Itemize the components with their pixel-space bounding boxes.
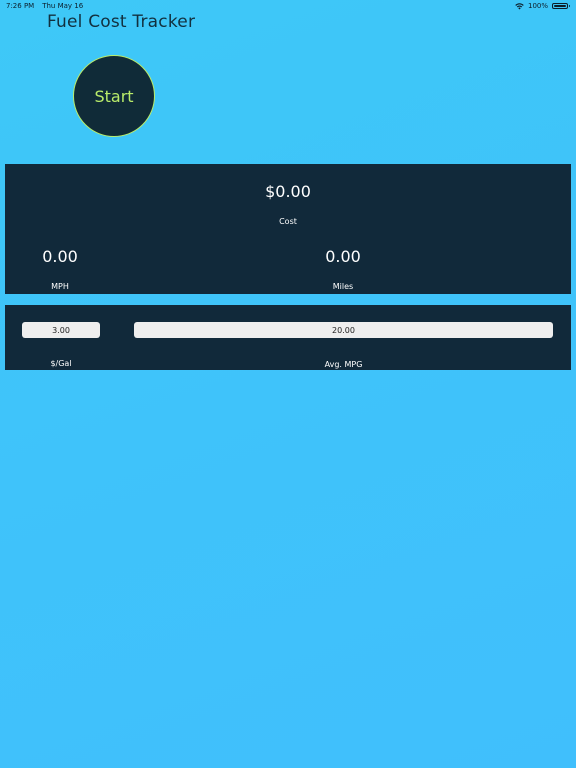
miles-value: 0.00 xyxy=(325,247,361,266)
mph-label: MPH xyxy=(51,282,69,291)
battery-percent: 100% xyxy=(527,2,548,10)
cost-value: $0.00 xyxy=(265,182,311,201)
avg-mpg-input[interactable] xyxy=(134,322,553,338)
wifi-icon xyxy=(515,2,524,9)
battery-icon xyxy=(552,3,570,9)
app-title: Fuel Cost Tracker xyxy=(47,12,196,32)
price-per-gallon-label: $/Gal xyxy=(50,359,72,368)
mph-value: 0.00 xyxy=(42,247,78,266)
status-date: Thu May 16 xyxy=(42,2,84,10)
avg-mpg-label: Avg. MPG xyxy=(324,360,363,369)
status-time: 7:26 PM xyxy=(6,2,35,10)
miles-label: Miles xyxy=(332,282,354,291)
settings-panel: $/Gal Avg. MPG xyxy=(5,305,571,370)
battery-fill xyxy=(554,5,566,7)
stats-panel: $0.00 Cost 0.00 MPH 0.00 Miles xyxy=(5,164,571,294)
start-button[interactable]: Start xyxy=(73,55,155,137)
price-per-gallon-input[interactable] xyxy=(22,322,100,338)
cost-label: Cost xyxy=(279,217,297,226)
status-right: 100% xyxy=(515,2,570,10)
status-bar: 7:26 PM Thu May 16 100% xyxy=(0,0,576,12)
status-left: 7:26 PM Thu May 16 xyxy=(6,2,83,10)
